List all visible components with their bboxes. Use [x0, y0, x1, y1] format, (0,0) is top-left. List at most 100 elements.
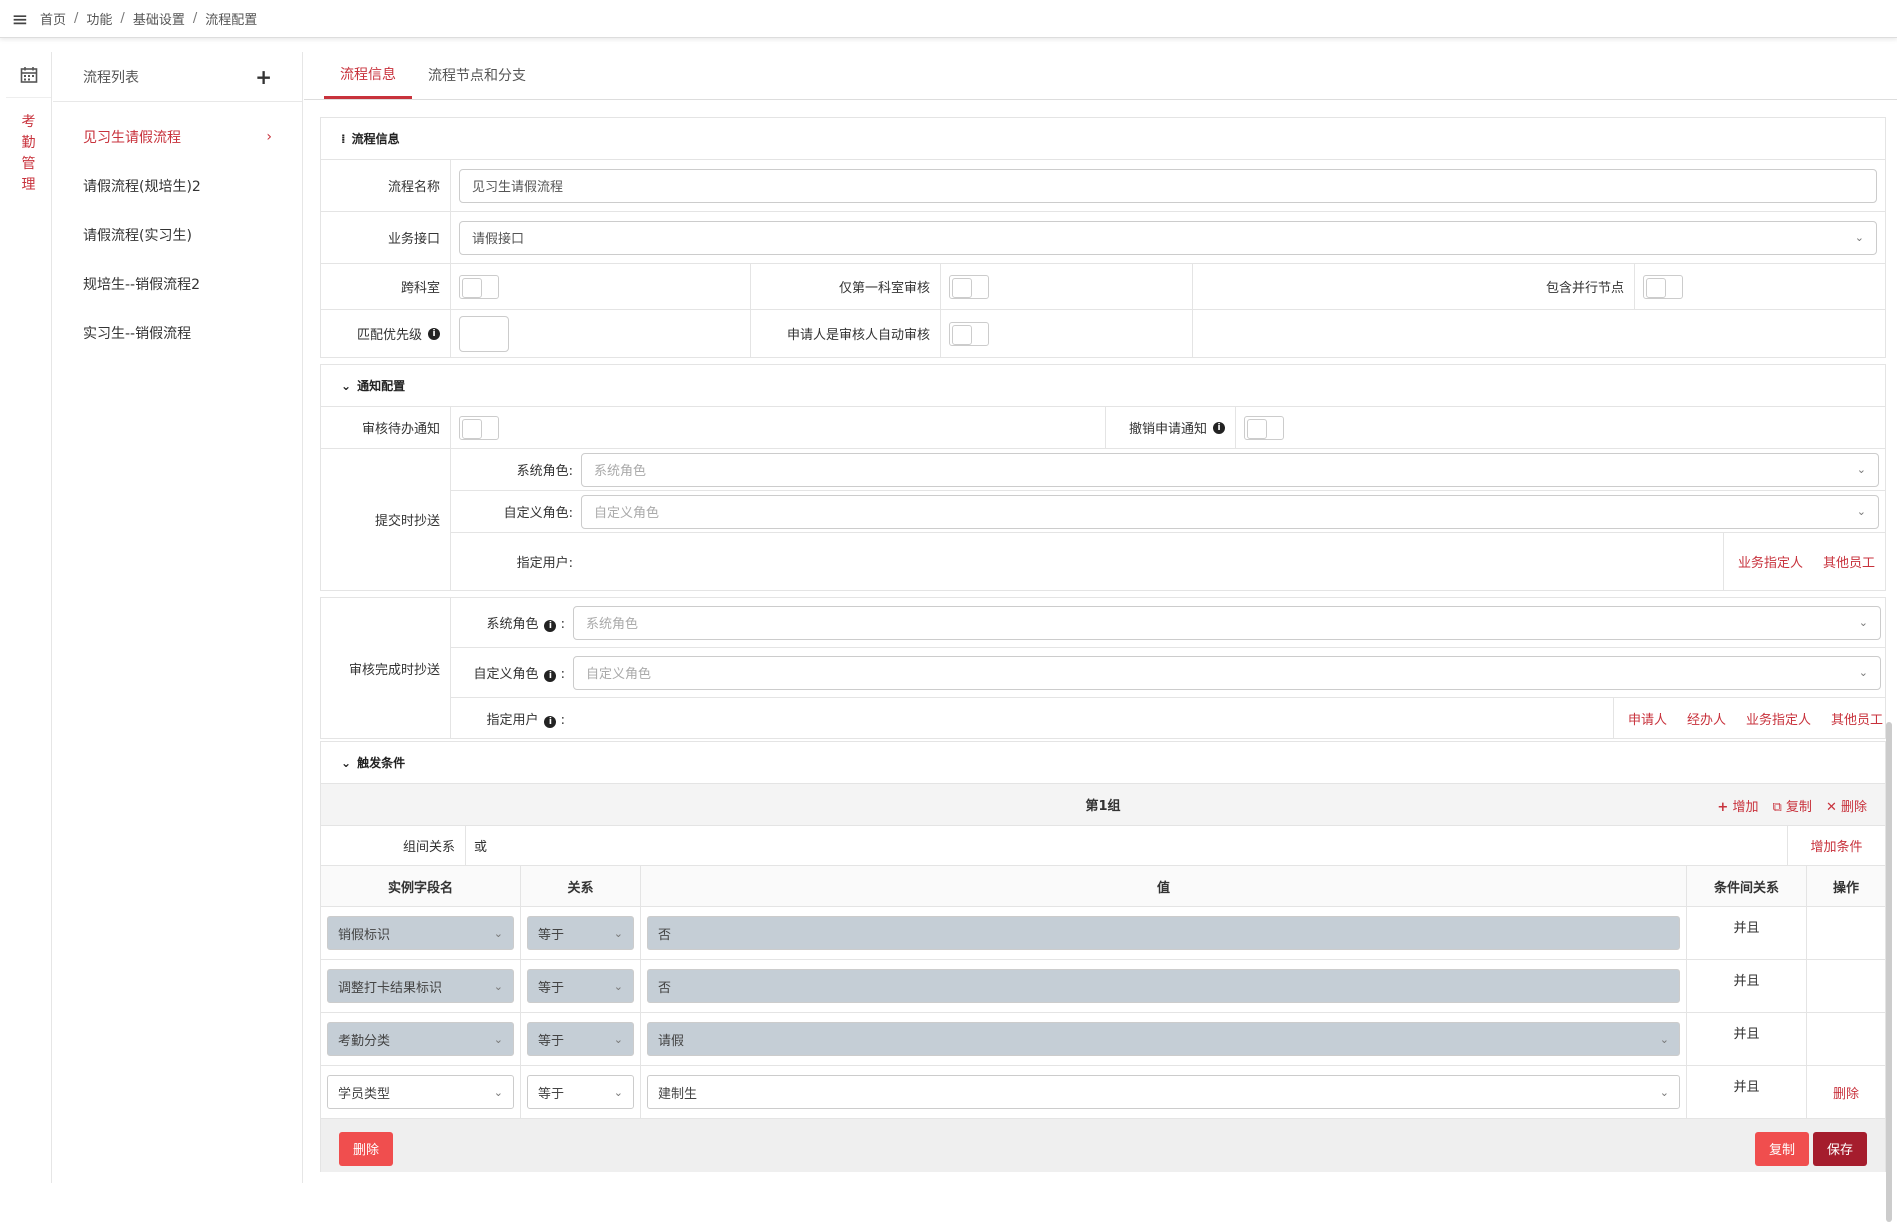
add-condition-button[interactable]: 增加条件: [1810, 836, 1862, 855]
tab-flow-info[interactable]: 流程信息: [324, 51, 412, 99]
priority-row: 匹配优先级 i 申请人是审核人自动审核: [320, 310, 1886, 358]
value-select[interactable]: 建制生 ⌄: [647, 1075, 1680, 1109]
flow-list-item[interactable]: 实习生--销假流程: [53, 308, 302, 357]
table-row: 销假标识 ⌄ 等于 ⌄ 否 并且: [320, 907, 1886, 960]
pending-notify-toggle[interactable]: [459, 415, 499, 440]
notify-toggle-row: 审核待办通知 撤销申请通知 i: [320, 407, 1886, 449]
flow-list-header: 流程列表 +: [53, 52, 302, 102]
revoke-notify-toggle[interactable]: [1244, 415, 1284, 440]
submit-cc-row: 提交时抄送 系统角色: 系统角色 ⌄ 自定义角色: 自定义角色 ⌄ 指定用户: 业务…: [320, 449, 1886, 591]
link-business-assignee[interactable]: 业务指定人: [1746, 709, 1811, 728]
delete-button[interactable]: 删除: [339, 1131, 394, 1166]
priority-input[interactable]: [459, 315, 509, 352]
flow-list-item[interactable]: 见习生请假流程 ›: [53, 112, 302, 161]
scrollbar[interactable]: [1886, 722, 1892, 1222]
submit-sys-role-select[interactable]: 系统角色 ⌄: [581, 452, 1879, 487]
table-row: 考勤分类 ⌄ 等于 ⌄ 请假 ⌄ 并且: [320, 1013, 1886, 1066]
done-custom-role-select[interactable]: 自定义角色 ⌄: [573, 655, 1881, 690]
cross-dept-toggle[interactable]: [459, 274, 499, 299]
chevron-down-icon: ⌄: [341, 378, 352, 393]
table-row: 学员类型 ⌄ 等于 ⌄ 建制生 ⌄ 并且 删除: [320, 1066, 1886, 1119]
top-bar: ≡ 首页 / 功能 / 基础设置 / 流程配置: [0, 0, 1897, 38]
flow-list-item[interactable]: 请假流程(实习生): [53, 210, 302, 259]
module-sidebar: 考勤管理: [6, 52, 52, 1183]
module-attendance[interactable]: 考勤管理: [22, 112, 36, 196]
submit-custom-role-select[interactable]: 自定义角色 ⌄: [581, 494, 1879, 529]
flow-list-title: 流程列表: [83, 69, 139, 86]
group-delete-button[interactable]: ✕ 删除: [1826, 796, 1867, 815]
trigger-header[interactable]: ⌄ 触发条件: [320, 741, 1886, 784]
breadcrumb: 首页 / 功能 / 基础设置 / 流程配置: [40, 9, 258, 28]
done-sys-role-select[interactable]: 系统角色 ⌄: [573, 605, 1881, 640]
close-icon: ✕: [1825, 800, 1837, 815]
api-row: 业务接口 请假接口 ⌄: [320, 212, 1886, 264]
info-icon: i: [544, 620, 557, 632]
operator-select[interactable]: 等于 ⌄: [527, 916, 634, 950]
flow-name-row: 流程名称 见习生请假流程: [320, 160, 1886, 212]
chevron-down-icon: ⌄: [1858, 666, 1868, 679]
info-icon: i: [544, 670, 557, 682]
operator-select[interactable]: 等于 ⌄: [527, 1075, 634, 1109]
link-applicant[interactable]: 申请人: [1628, 709, 1667, 728]
breadcrumb-settings[interactable]: 基础设置: [133, 9, 185, 28]
first-dept-toggle[interactable]: [949, 274, 989, 299]
info-icon: ⁞: [341, 131, 346, 146]
done-cc-row: 审核完成时抄送 系统角色 i : 系统角色 ⌄ 自定义角色 i : 自定义角色 ⌄ 指定…: [320, 597, 1886, 739]
main-panel: 流程信息 流程节点和分支 ⁞ 流程信息 流程名称 见习生请假流程 业务接口 请假接…: [304, 52, 1897, 1222]
group-header: 第1组 + 增加 ⧉ 复制 ✕ 删除: [320, 784, 1886, 826]
auto-approve-toggle[interactable]: [949, 321, 989, 346]
field-select[interactable]: 调整打卡结果标识 ⌄: [327, 969, 514, 1003]
link-business-assignee[interactable]: 业务指定人: [1738, 552, 1803, 571]
tab-bar: 流程信息 流程节点和分支: [304, 52, 1897, 100]
api-select[interactable]: 请假接口 ⌄: [459, 220, 1877, 255]
link-handler[interactable]: 经办人: [1687, 709, 1726, 728]
group-relation-value[interactable]: 或: [466, 826, 1787, 865]
add-flow-icon[interactable]: +: [255, 65, 272, 89]
operator-select[interactable]: 等于 ⌄: [527, 1022, 634, 1056]
value-select[interactable]: 请假 ⌄: [647, 1022, 1680, 1056]
operator-select[interactable]: 等于 ⌄: [527, 969, 634, 1003]
chevron-down-icon: ⌄: [1856, 505, 1866, 518]
breadcrumb-home[interactable]: 首页: [40, 9, 66, 28]
form-footer: 删除 复制 保存: [320, 1119, 1886, 1172]
chevron-down-icon: ⌄: [1854, 231, 1864, 244]
group-copy-button[interactable]: ⧉ 复制: [1772, 796, 1811, 815]
chevron-down-icon: ⌄: [1856, 463, 1866, 476]
parallel-node-toggle[interactable]: [1643, 274, 1683, 299]
condition-table-header: 实例字段名 关系 值 条件间关系 操作: [320, 866, 1886, 907]
flow-list-item[interactable]: 请假流程(规培生)2: [53, 161, 302, 210]
chevron-down-icon: ⌄: [341, 755, 352, 770]
breadcrumb-function[interactable]: 功能: [86, 9, 112, 28]
delete-row-button[interactable]: 删除: [1833, 1083, 1859, 1102]
breadcrumb-current: 流程配置: [205, 13, 258, 28]
form-content: ⁞ 流程信息 流程名称 见习生请假流程 业务接口 请假接口 ⌄ 跨科室 仅第一科室审…: [320, 117, 1886, 1172]
plus-icon: +: [1717, 800, 1729, 815]
copy-icon: ⧉: [1772, 800, 1782, 815]
field-select[interactable]: 学员类型 ⌄: [327, 1075, 514, 1109]
table-row: 调整打卡结果标识 ⌄ 等于 ⌄ 否 并且: [320, 960, 1886, 1013]
value-input[interactable]: 否: [647, 969, 1680, 1003]
value-input[interactable]: 否: [647, 916, 1680, 950]
link-other-staff[interactable]: 其他员工: [1823, 552, 1875, 571]
tab-flow-nodes[interactable]: 流程节点和分支: [412, 51, 542, 99]
group-add-button[interactable]: + 增加: [1717, 796, 1758, 815]
chevron-down-icon: ⌄: [1858, 616, 1868, 629]
save-button[interactable]: 保存: [1812, 1131, 1867, 1166]
info-icon: i: [544, 715, 557, 728]
group-relation-row: 组间关系 或 增加条件: [320, 826, 1886, 866]
field-select[interactable]: 考勤分类 ⌄: [327, 1022, 514, 1056]
info-icon: i: [428, 327, 440, 340]
flow-list-item[interactable]: 规培生--销假流程2: [53, 259, 302, 308]
info-icon: i: [1213, 421, 1225, 434]
chevron-right-icon: ›: [266, 128, 272, 145]
menu-icon[interactable]: ≡: [0, 0, 40, 38]
flow-name-input[interactable]: 见习生请假流程: [459, 168, 1877, 203]
field-select[interactable]: 销假标识 ⌄: [327, 916, 514, 950]
calendar-icon[interactable]: [6, 52, 51, 98]
link-other-staff[interactable]: 其他员工: [1831, 709, 1883, 728]
flow-list-panel: 流程列表 + 见习生请假流程 › 请假流程(规培生)2 请假流程(实习生) 规培生…: [53, 52, 303, 1183]
copy-button[interactable]: 复制: [1754, 1131, 1809, 1166]
options-row: 跨科室 仅第一科室审核 包含并行节点: [320, 264, 1886, 310]
notify-header[interactable]: ⌄ 通知配置: [320, 364, 1886, 407]
flow-info-header: ⁞ 流程信息: [320, 117, 1886, 160]
